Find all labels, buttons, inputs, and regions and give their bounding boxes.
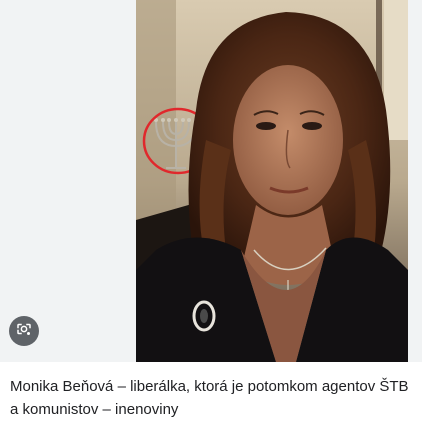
image-caption-link[interactable]: Monika Beňová – liberálka, ktorá je poto…: [10, 375, 415, 421]
result-photo[interactable]: [136, 0, 408, 362]
google-lens-button[interactable]: [9, 316, 39, 346]
image-preview-area[interactable]: [0, 0, 422, 362]
image-result-card[interactable]: Monika Beňová – liberálka, ktorá je poto…: [0, 0, 422, 426]
google-lens-icon: [15, 320, 33, 343]
